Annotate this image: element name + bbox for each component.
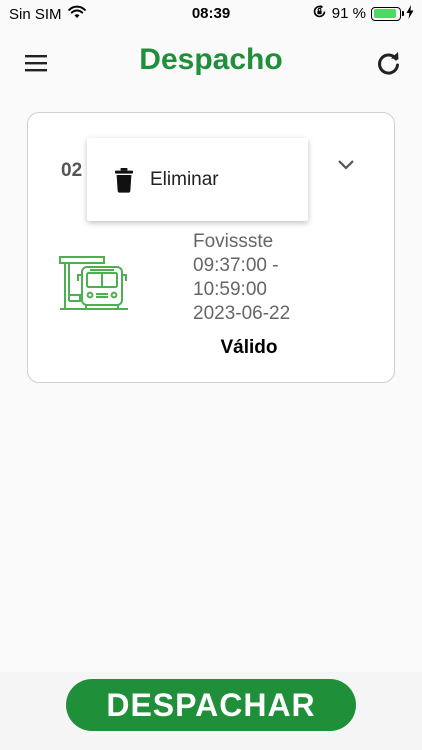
status-bar: Sin SIM 08:39 91 %: [0, 0, 422, 28]
charging-icon: [406, 4, 414, 23]
chevron-down-icon[interactable]: [336, 155, 356, 175]
status-right: 91 %: [312, 4, 414, 23]
bus-stop-icon: [58, 251, 130, 315]
time-start: 09:37:00 -: [193, 255, 279, 276]
dispatch-code: 02: [61, 160, 83, 181]
footer-bar: DESPACHAR: [0, 672, 422, 750]
trash-icon: [114, 167, 134, 193]
status-badge: Válido: [220, 337, 278, 358]
orientation-lock-icon: [312, 4, 327, 23]
battery-fill: [373, 9, 397, 18]
trip-date: 2023-06-22: [193, 303, 291, 324]
battery-percent: 91 %: [331, 5, 366, 22]
dispatch-button[interactable]: DESPACHAR: [66, 679, 356, 731]
station-name: Fovissste: [193, 231, 274, 252]
trip-info: Fovissste 09:37:00 - 10:59:00 2023-06-22: [193, 230, 290, 326]
app-header: Despacho: [0, 34, 422, 90]
menu-item-label: Eliminar: [150, 168, 219, 190]
time-end: 10:59:00: [193, 279, 267, 300]
context-menu: Eliminar: [87, 138, 308, 221]
page-title: Despacho: [139, 43, 283, 76]
refresh-icon[interactable]: [374, 48, 404, 78]
battery-icon: [371, 6, 404, 21]
menu-item-delete[interactable]: Eliminar: [87, 138, 308, 221]
